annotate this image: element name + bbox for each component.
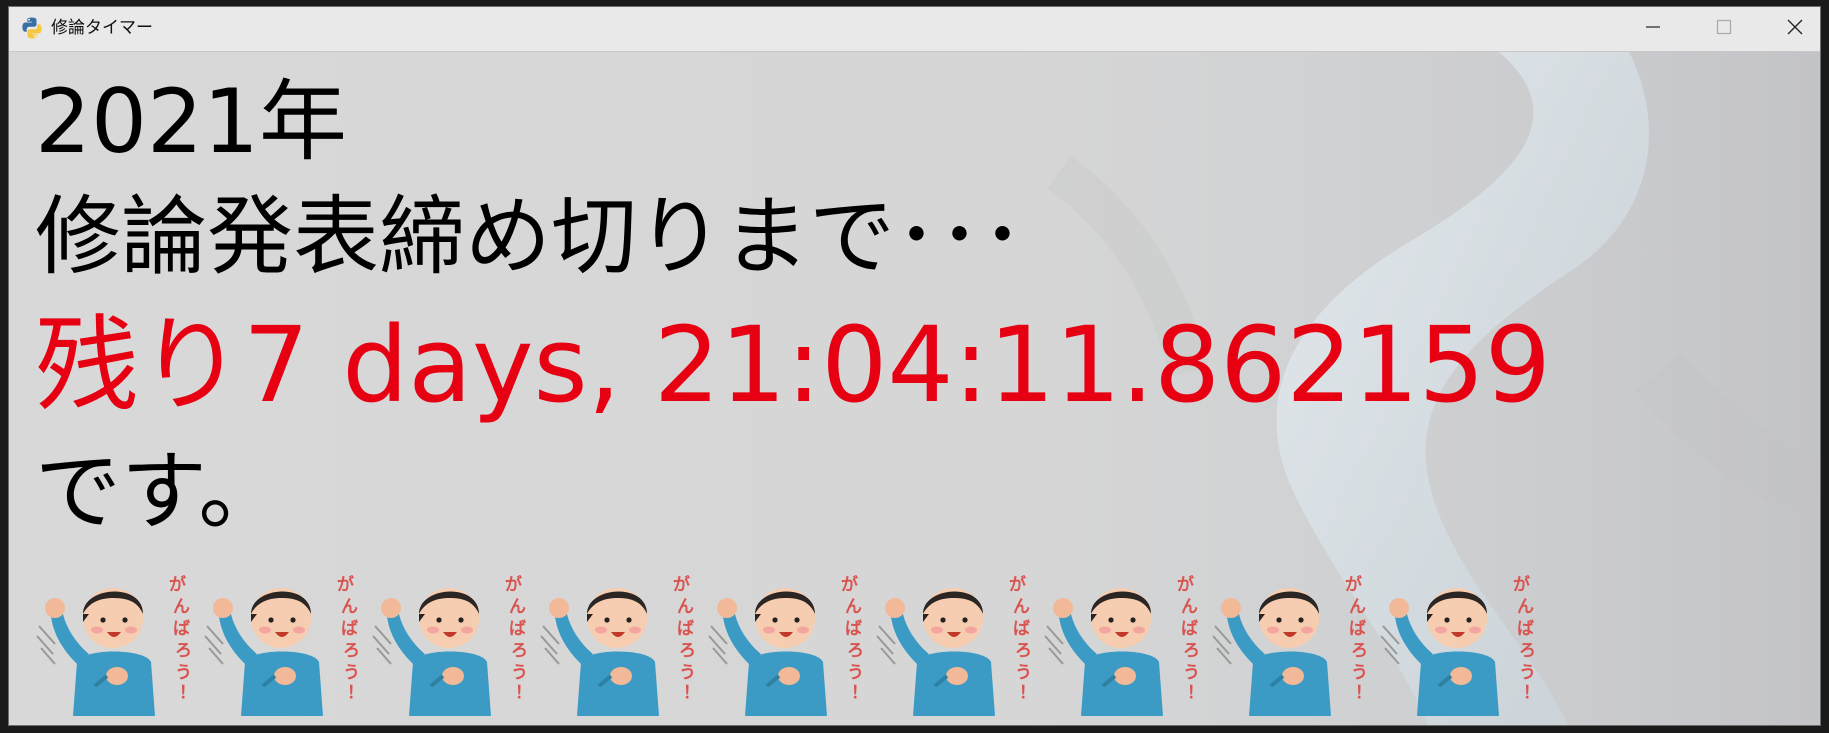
ganbarou-mascot-image: が ん ば ろ う ！ (873, 564, 1041, 716)
svg-text:！: ！ (515, 683, 532, 703)
svg-text:ろ: ろ (343, 641, 360, 661)
svg-text:！: ！ (1019, 683, 1036, 703)
svg-text:う: う (1015, 663, 1032, 683)
ganbarou-mascot-image: が ん ば ろ う ！ (1041, 564, 1209, 716)
svg-text:！: ！ (851, 683, 868, 703)
svg-text:ん: ん (1181, 597, 1198, 617)
svg-text:！: ！ (179, 683, 196, 703)
svg-text:！: ！ (683, 683, 700, 703)
svg-text:ろ: ろ (1519, 641, 1536, 661)
svg-text:ん: ん (341, 597, 358, 617)
svg-text:！: ！ (1523, 683, 1540, 703)
window-title: 修論タイマー (51, 18, 153, 38)
svg-text:ろ: ろ (679, 641, 696, 661)
svg-text:ろ: ろ (1183, 641, 1200, 661)
title-bar[interactable]: 修論タイマー (9, 7, 1820, 52)
svg-text:ろ: ろ (511, 641, 528, 661)
deadline-label: 修論発表締め切りまで･･･ (35, 187, 1024, 287)
svg-text:ば: ば (1013, 619, 1030, 639)
ganbarou-mascot-image: が ん ば ろ う ！ (201, 564, 369, 716)
ganbarou-mascot-icon: が ん ば ろ う ！ (1044, 574, 1204, 716)
svg-text:が: が (673, 574, 690, 595)
svg-text:が: が (505, 574, 522, 595)
closing-text: です。 (35, 442, 285, 542)
svg-text:ろ: ろ (847, 641, 864, 661)
timer-panel: 2021年 修論発表締め切りまで･･･ 残り7 days, 21:04:11.8… (9, 52, 1820, 725)
minimize-button[interactable] (1618, 7, 1688, 51)
svg-text:ん: ん (1349, 597, 1366, 617)
svg-text:う: う (847, 663, 864, 683)
maximize-button[interactable] (1689, 7, 1759, 51)
svg-text:う: う (1351, 663, 1368, 683)
ganbarou-mascot-icon: が ん ば ろ う ！ (204, 574, 364, 716)
svg-text:う: う (175, 663, 192, 683)
ganbarou-mascot-icon: が ん ば ろ う ！ (36, 574, 196, 716)
svg-text:ん: ん (509, 597, 526, 617)
svg-text:！: ！ (1187, 683, 1204, 703)
ganbarou-mascot-icon: が ん ば ろ う ！ (1212, 574, 1372, 716)
ganbarou-mascot-image: が ん ば ろ う ！ (33, 564, 201, 716)
svg-text:ば: ば (677, 619, 694, 639)
close-icon (1786, 18, 1804, 40)
svg-text:う: う (343, 663, 360, 683)
svg-text:う: う (511, 663, 528, 683)
svg-text:が: が (169, 574, 186, 595)
svg-text:ん: ん (1013, 597, 1030, 617)
ganbarou-mascot-icon: が ん ば ろ う ！ (876, 574, 1036, 716)
svg-text:ば: ば (845, 619, 862, 639)
svg-text:が: が (1513, 574, 1530, 595)
ganbarou-mascot-image: が ん ば ろ う ！ (1209, 564, 1377, 716)
svg-text:ん: ん (1517, 597, 1534, 617)
svg-text:ば: ば (173, 619, 190, 639)
minimize-icon (1645, 19, 1661, 39)
svg-text:ば: ば (1349, 619, 1366, 639)
svg-text:う: う (1519, 663, 1536, 683)
svg-text:ば: ば (509, 619, 526, 639)
python-icon (20, 16, 44, 40)
ganbarou-mascot-image: が ん ば ろ う ！ (705, 564, 873, 716)
svg-text:ん: ん (677, 597, 694, 617)
mascot-row: が ん ば ろ う ！ が ん ば ろ う ！ が ん ば ろ う ！ が ん … (33, 564, 1545, 716)
svg-text:ろ: ろ (175, 641, 192, 661)
svg-text:ろ: ろ (1015, 641, 1032, 661)
svg-text:が: が (841, 574, 858, 595)
svg-text:ば: ば (1517, 619, 1534, 639)
svg-text:う: う (679, 663, 696, 683)
ganbarou-mascot-image: が ん ば ろ う ！ (1377, 564, 1545, 716)
svg-text:ろ: ろ (1351, 641, 1368, 661)
remaining-time: 残り7 days, 21:04:11.862159 (35, 304, 1551, 426)
svg-text:！: ！ (347, 683, 364, 703)
svg-text:が: が (1009, 574, 1026, 595)
ganbarou-mascot-icon: が ん ば ろ う ！ (372, 574, 532, 716)
ganbarou-mascot-icon: が ん ば ろ う ！ (1380, 574, 1540, 716)
svg-text:が: が (337, 574, 354, 595)
ganbarou-mascot-image: が ん ば ろ う ！ (369, 564, 537, 716)
ganbarou-mascot-image: が ん ば ろ う ！ (537, 564, 705, 716)
svg-text:ば: ば (341, 619, 358, 639)
svg-text:が: が (1177, 574, 1194, 595)
year-heading: 2021年 (35, 70, 347, 173)
svg-text:！: ！ (1355, 683, 1372, 703)
svg-text:う: う (1183, 663, 1200, 683)
close-button[interactable] (1760, 7, 1820, 51)
maximize-icon (1716, 19, 1732, 39)
ganbarou-mascot-icon: が ん ば ろ う ！ (540, 574, 700, 716)
svg-text:ん: ん (845, 597, 862, 617)
ganbarou-mascot-icon: が ん ば ろ う ！ (708, 574, 868, 716)
svg-text:が: が (1345, 574, 1362, 595)
svg-text:ば: ば (1181, 619, 1198, 639)
svg-text:ん: ん (173, 597, 190, 617)
app-window: 修論タイマー 2021年 修論発表締め切りまで･･･ 残り7 days, 21:… (8, 6, 1821, 726)
